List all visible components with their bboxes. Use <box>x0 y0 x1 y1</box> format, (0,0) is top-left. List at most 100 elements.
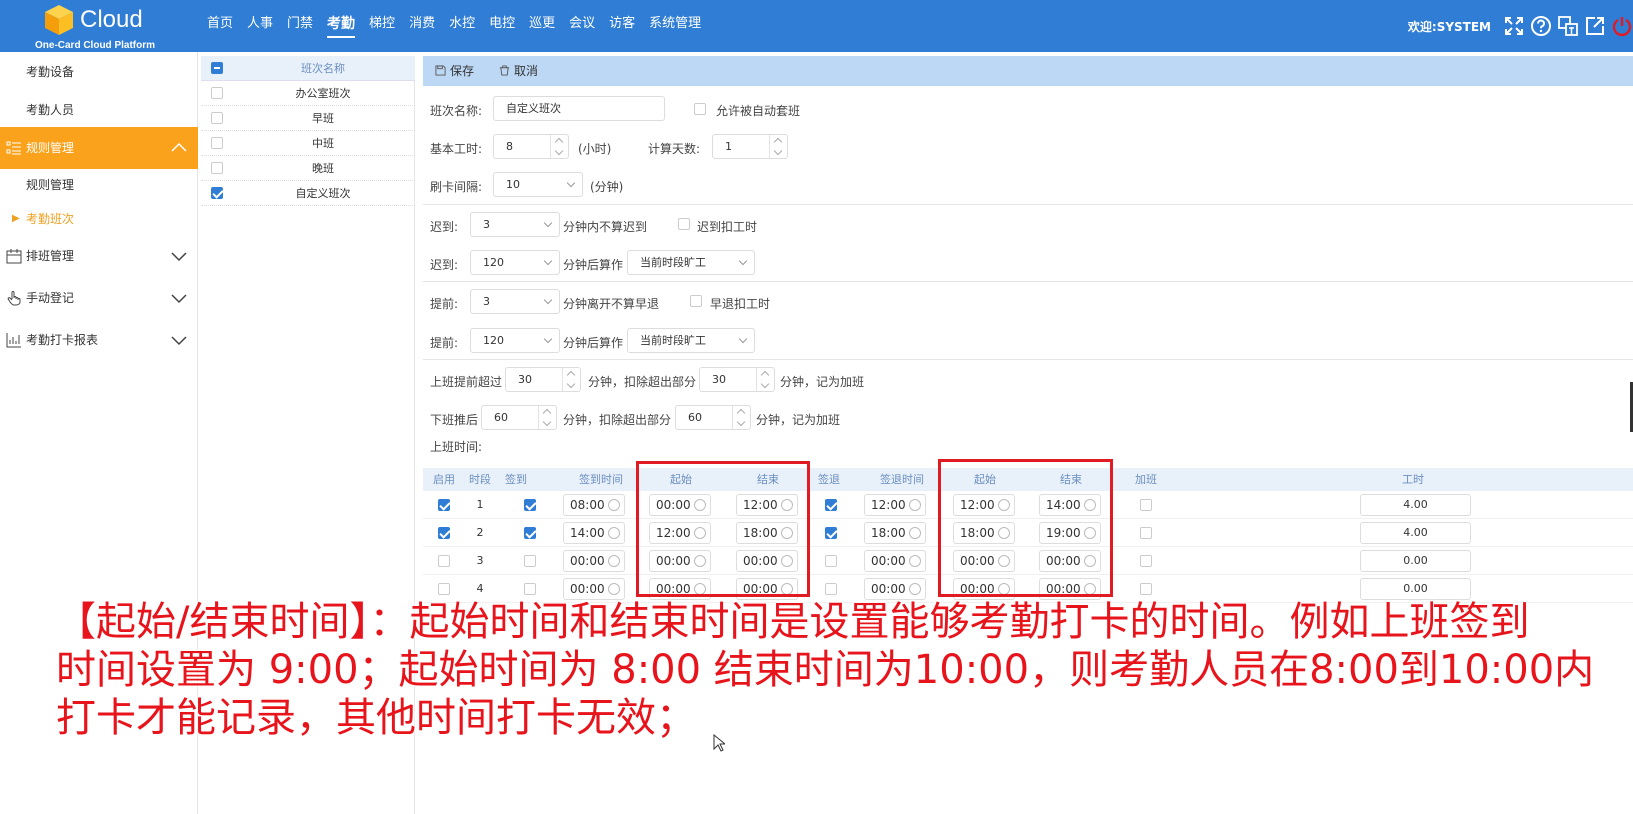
sidebar-item-scheduling[interactable]: 排班管理 <box>0 236 198 276</box>
signin-checkbox[interactable] <box>524 499 536 511</box>
shift-name-input[interactable]: 自定义班次 <box>493 96 665 121</box>
overtime-checkbox[interactable] <box>1140 527 1152 539</box>
help-icon[interactable] <box>1530 15 1552 37</box>
shift-row[interactable]: 早班 <box>201 106 415 131</box>
signin-time-field[interactable]: 00:00 <box>563 550 625 572</box>
ot-after-deduct-input[interactable]: 60 <box>675 405 751 430</box>
sidebar-item-label: 排班管理 <box>26 249 75 263</box>
stepper-icon[interactable] <box>550 135 568 158</box>
nav-system[interactable]: 系统管理 <box>642 0 708 52</box>
signin-checkbox[interactable] <box>524 583 536 595</box>
sidebar-item-attendance-report[interactable]: 考勤打卡报表 <box>0 320 198 360</box>
late-deduct-checkbox[interactable] <box>678 218 690 230</box>
late-absent-minutes-select[interactable]: 120 <box>470 250 560 275</box>
sidebar-item-label: 考勤打卡报表 <box>26 333 99 347</box>
hours-field[interactable]: 0.00 <box>1360 550 1471 572</box>
overtime-checkbox[interactable] <box>1140 499 1152 511</box>
enabled-checkbox[interactable] <box>438 555 450 567</box>
sidebar-item-manual-entry[interactable]: 手动登记 <box>0 278 198 318</box>
col-signout-time: 签退时间 <box>880 473 924 486</box>
signout-time-field[interactable]: 12:00 <box>864 494 926 516</box>
sidebar-item-label: 规则管理 <box>26 141 75 155</box>
late-absent-type-select[interactable]: 当前时段旷工 <box>627 250 755 275</box>
nav-home[interactable]: 首页 <box>200 0 240 52</box>
signout-checkbox[interactable] <box>825 527 837 539</box>
interval-select[interactable]: 10 <box>493 172 583 197</box>
hours-field[interactable]: 4.00 <box>1360 522 1471 544</box>
nav-elevator[interactable]: 梯控 <box>362 0 402 52</box>
highlight-box-signout-range <box>938 459 1113 597</box>
signin-checkbox[interactable] <box>524 527 536 539</box>
signout-time-field[interactable]: 18:00 <box>864 522 926 544</box>
translate-icon[interactable] <box>1557 15 1579 37</box>
power-icon[interactable] <box>1611 15 1633 37</box>
stepper-icon[interactable] <box>756 368 774 391</box>
save-button[interactable]: 保存 <box>435 56 474 86</box>
base-hours-input[interactable]: 8 <box>493 134 569 159</box>
signin-checkbox[interactable] <box>524 555 536 567</box>
early-absent-minutes-select[interactable]: 120 <box>470 328 560 353</box>
cancel-button[interactable]: 取消 <box>499 56 538 86</box>
nav-electric[interactable]: 电控 <box>482 0 522 52</box>
shift-row[interactable]: 中班 <box>201 131 415 156</box>
signin-time-field[interactable]: 08:00 <box>563 494 625 516</box>
select-all-checkbox[interactable] <box>211 62 223 74</box>
row-checkbox[interactable] <box>211 87 223 99</box>
row-checkbox[interactable] <box>211 112 223 124</box>
logo[interactable]: Cloud One-Card Cloud Platform <box>30 2 170 51</box>
enabled-checkbox[interactable] <box>438 583 450 595</box>
signin-time-field[interactable]: 00:00 <box>563 578 625 600</box>
calc-days-input[interactable]: 1 <box>712 134 788 159</box>
early-absent-type-select[interactable]: 当前时段旷工 <box>627 328 755 353</box>
nav-access[interactable]: 门禁 <box>280 0 320 52</box>
ot-before-input[interactable]: 30 <box>505 367 581 392</box>
nav-hr[interactable]: 人事 <box>240 0 280 52</box>
base-hours-label: 基本工时: <box>430 142 483 156</box>
signout-checkbox[interactable] <box>825 555 837 567</box>
nav-attendance[interactable]: 考勤 <box>320 0 362 52</box>
ot-after-text: 分钟，扣除超出部分 <box>563 413 672 427</box>
signout-checkbox[interactable] <box>825 499 837 511</box>
enabled-checkbox[interactable] <box>438 527 450 539</box>
shift-row[interactable]: 自定义班次 <box>201 181 415 206</box>
signout-checkbox[interactable] <box>825 583 837 595</box>
ot-before-deduct-input[interactable]: 30 <box>699 367 775 392</box>
hours-field[interactable]: 0.00 <box>1360 578 1471 600</box>
hours-field[interactable]: 4.00 <box>1360 494 1471 516</box>
late-minutes-select[interactable]: 3 <box>470 212 560 237</box>
signout-time-field[interactable]: 00:00 <box>864 550 926 572</box>
nav-meeting[interactable]: 会议 <box>562 0 602 52</box>
overtime-checkbox[interactable] <box>1140 555 1152 567</box>
overtime-checkbox[interactable] <box>1140 583 1152 595</box>
enabled-checkbox[interactable] <box>438 499 450 511</box>
external-link-icon[interactable] <box>1584 15 1606 37</box>
shift-row[interactable]: 办公室班次 <box>201 81 415 106</box>
sidebar-item-attendance-devices[interactable]: 考勤设备 <box>0 52 198 92</box>
stepper-icon[interactable] <box>538 406 556 429</box>
ot-after-input[interactable]: 60 <box>481 405 557 430</box>
early-minutes-select[interactable]: 3 <box>470 289 560 314</box>
signout-time-field[interactable]: 00:00 <box>864 578 926 600</box>
sidebar-item-attendance-staff[interactable]: 考勤人员 <box>0 90 198 130</box>
sidebar-item-attendance-shift[interactable]: ▶ 考勤班次 <box>0 199 198 239</box>
stepper-icon[interactable] <box>769 135 787 158</box>
chevron-down-icon <box>543 218 553 228</box>
nav-consumption[interactable]: 消费 <box>402 0 442 52</box>
shift-row[interactable]: 晚班 <box>201 156 415 181</box>
ot-after-deduct-value: 60 <box>688 411 702 424</box>
nav-water[interactable]: 水控 <box>442 0 482 52</box>
brand-name: Cloud <box>80 6 143 33</box>
fullscreen-icon[interactable] <box>1503 15 1525 37</box>
hand-icon <box>7 291 21 306</box>
sidebar-item-rule-management[interactable]: 规则管理 <box>0 127 198 169</box>
nav-patrol[interactable]: 巡更 <box>522 0 562 52</box>
row-checkbox[interactable] <box>211 162 223 174</box>
auto-match-checkbox[interactable] <box>694 103 706 115</box>
early-deduct-checkbox[interactable] <box>690 295 702 307</box>
nav-visitor[interactable]: 访客 <box>602 0 642 52</box>
row-checkbox[interactable] <box>211 137 223 149</box>
signin-time-field[interactable]: 14:00 <box>563 522 625 544</box>
row-checkbox[interactable] <box>211 187 223 199</box>
stepper-icon[interactable] <box>562 368 580 391</box>
stepper-icon[interactable] <box>732 406 750 429</box>
